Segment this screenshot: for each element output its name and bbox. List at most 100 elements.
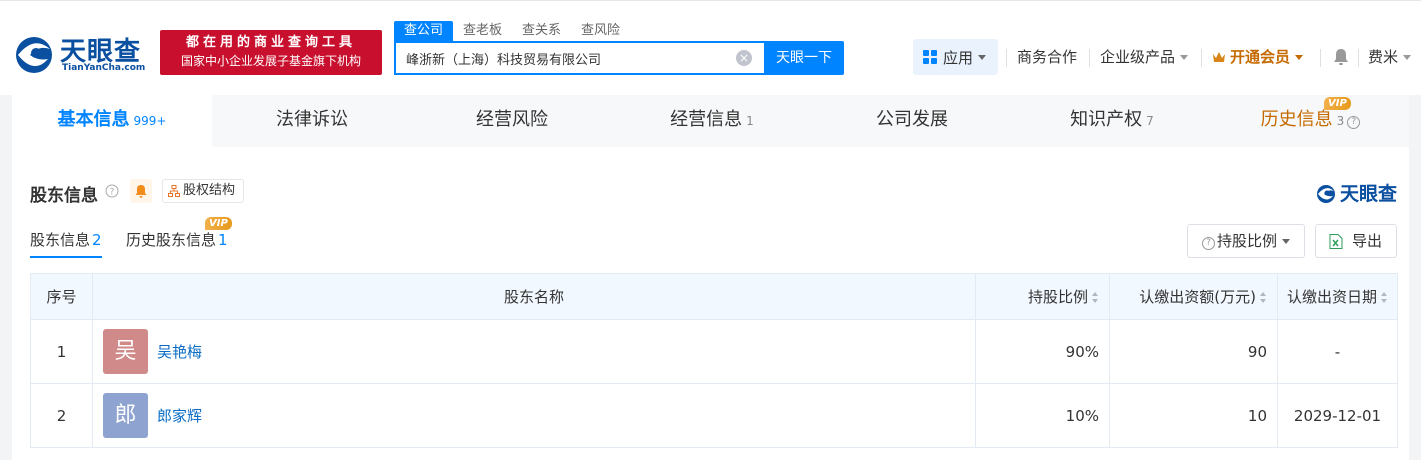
chevron-down-icon bbox=[1295, 55, 1304, 60]
subtab-count: 1 bbox=[218, 231, 228, 249]
shareholder-cell: 郎郎家辉 bbox=[92, 383, 976, 448]
subtab-count: 2 bbox=[92, 231, 102, 249]
export-button[interactable]: 导出 bbox=[1315, 224, 1397, 258]
tab-history[interactable]: 历史信息 3? VIP bbox=[1212, 95, 1409, 147]
nav-divider bbox=[1006, 49, 1007, 67]
nav-enterprise-label: 企业级产品 bbox=[1100, 48, 1176, 66]
clear-icon[interactable]: × bbox=[736, 50, 752, 66]
table-header-row: 序号 股东名称 持股比例 认缴出资额(万元) 认缴出资日期 bbox=[30, 273, 1398, 320]
subtab-label: 历史股东信息 bbox=[126, 231, 217, 249]
monitor-bell-button[interactable] bbox=[130, 179, 152, 203]
company-tabs: 基本信息 999+ 法律诉讼 经营风险 经营信息 1 公司发展 知识产权 7 历史信息… bbox=[12, 95, 1409, 147]
search-tab-risk[interactable]: 查风险 bbox=[571, 21, 630, 41]
avatar: 吴 bbox=[103, 329, 148, 374]
date-cell: 2029-12-01 bbox=[1277, 383, 1398, 448]
search-tab-company[interactable]: 查公司 bbox=[394, 21, 454, 41]
avatar: 郎 bbox=[103, 393, 148, 438]
svg-text:?: ? bbox=[110, 188, 115, 198]
nav-divider bbox=[1320, 49, 1321, 67]
col-header-ratio[interactable]: 持股比例 bbox=[975, 273, 1110, 320]
logo-eye-icon bbox=[16, 37, 52, 73]
logo-eye-icon bbox=[1316, 185, 1335, 203]
slogan-line1: 都在用的商业查询工具 bbox=[185, 35, 356, 50]
col-header-date[interactable]: 认缴出资日期 bbox=[1277, 273, 1398, 320]
logo-subtext: TianYanCha.com bbox=[62, 63, 146, 73]
shareholder-name-link[interactable]: 郎家辉 bbox=[157, 407, 202, 425]
ratio-filter-label: 持股比例 bbox=[1217, 232, 1278, 250]
tab-development[interactable]: 公司发展 bbox=[812, 95, 1012, 147]
help-icon[interactable]: ? bbox=[1347, 116, 1361, 129]
tab-count: 7 bbox=[1146, 114, 1154, 128]
equity-structure-button[interactable]: 股权结构 bbox=[162, 179, 244, 203]
export-label: 导出 bbox=[1352, 232, 1383, 250]
search-tab-relation[interactable]: 查关系 bbox=[512, 21, 571, 41]
nav-vip[interactable]: 开通会员 bbox=[1212, 47, 1304, 67]
search-tab-boss[interactable]: 查老板 bbox=[453, 21, 512, 41]
top-header: 天眼查 TianYanCha.com 都在用的商业查询工具 国家中小企业发展子基… bbox=[0, 0, 1421, 95]
nav-divider bbox=[1201, 49, 1202, 67]
tianyancha-logo[interactable]: 天眼查 TianYanCha.com bbox=[12, 31, 152, 79]
ratio-cell: 90% bbox=[975, 319, 1110, 384]
brand-watermark: 天眼查 bbox=[1315, 179, 1397, 206]
search-type-tabs: 查公司 查老板 查关系 查风险 bbox=[394, 21, 630, 41]
nav-user[interactable]: 费米 bbox=[1368, 47, 1412, 67]
tab-count: 1 bbox=[746, 114, 754, 128]
row-index: 2 bbox=[30, 383, 93, 448]
apps-label: 应用 bbox=[943, 48, 974, 67]
tab-legal[interactable]: 法律诉讼 bbox=[212, 95, 412, 147]
shareholder-cell: 吴吴艳梅 bbox=[92, 319, 976, 384]
apps-grid-icon bbox=[923, 50, 937, 64]
crown-icon bbox=[1213, 52, 1225, 62]
bell-icon[interactable] bbox=[1333, 48, 1349, 66]
tab-label: 历史信息 bbox=[1260, 109, 1333, 130]
apps-menu-button[interactable]: 应用 bbox=[913, 39, 998, 75]
sort-icon bbox=[1260, 292, 1267, 303]
subtab-history-shareholders[interactable]: 历史股东信息 1 bbox=[126, 229, 228, 251]
org-chart-icon bbox=[168, 185, 180, 197]
col-header-ratio-label: 持股比例 bbox=[1027, 288, 1088, 306]
ratio-filter-button[interactable]: ? 持股比例 bbox=[1187, 224, 1305, 258]
tab-risk[interactable]: 经营风险 bbox=[412, 95, 612, 147]
tab-label: 经营信息 bbox=[670, 109, 743, 130]
tab-basic-info[interactable]: 基本信息 999+ bbox=[12, 95, 212, 147]
subtab-label: 股东信息 bbox=[30, 231, 91, 249]
brand-text: 天眼查 bbox=[1339, 183, 1397, 205]
tab-ip[interactable]: 知识产权 7 bbox=[1012, 95, 1212, 147]
col-header-amount[interactable]: 认缴出资额(万元) bbox=[1109, 273, 1278, 320]
nav-divider bbox=[1358, 49, 1359, 67]
nav-enterprise-products[interactable]: 企业级产品 bbox=[1100, 47, 1189, 67]
equity-structure-label: 股权结构 bbox=[183, 183, 236, 198]
nav-business[interactable]: 商务合作 bbox=[1017, 47, 1077, 67]
row-index: 1 bbox=[30, 319, 93, 384]
help-icon[interactable]: ? bbox=[105, 184, 119, 198]
shareholder-table: 序号 股东名称 持股比例 认缴出资额(万元) 认缴出资日期 1 吴吴艳梅 90%… bbox=[30, 273, 1398, 448]
amount-cell: 90 bbox=[1109, 319, 1278, 384]
help-icon: ? bbox=[1202, 237, 1215, 250]
tab-label: 经营风险 bbox=[476, 109, 548, 130]
sort-icon bbox=[1381, 292, 1388, 303]
sort-icon bbox=[1092, 292, 1099, 303]
chevron-down-icon bbox=[1403, 55, 1412, 60]
subtab-shareholders[interactable]: 股东信息 2 bbox=[30, 229, 102, 258]
tab-count: 3 bbox=[1336, 114, 1345, 128]
table-row: 2 郎郎家辉 10% 10 2029-12-01 bbox=[30, 383, 1398, 448]
bell-icon bbox=[135, 185, 147, 198]
amount-cell: 10 bbox=[1109, 383, 1278, 448]
slogan-banner: 都在用的商业查询工具 国家中小企业发展子基金旗下机构 bbox=[160, 30, 382, 75]
tab-label: 法律诉讼 bbox=[276, 109, 348, 130]
tab-label: 公司发展 bbox=[876, 109, 948, 130]
tab-count: 999+ bbox=[133, 114, 167, 128]
excel-icon bbox=[1329, 234, 1343, 249]
search-box: × bbox=[394, 41, 764, 75]
shareholder-name-link[interactable]: 吴艳梅 bbox=[157, 343, 202, 361]
vip-badge: VIP bbox=[1324, 97, 1351, 110]
col-header-name: 股东名称 bbox=[92, 273, 976, 320]
chevron-down-icon bbox=[1282, 239, 1291, 244]
tab-operation[interactable]: 经营信息 1 bbox=[612, 95, 812, 147]
date-cell: - bbox=[1277, 319, 1398, 384]
search-input[interactable] bbox=[396, 43, 716, 73]
search-button[interactable]: 天眼一下 bbox=[764, 41, 844, 75]
tab-label: 基本信息 bbox=[57, 109, 130, 130]
user-name: 费米 bbox=[1368, 48, 1399, 66]
col-header-index: 序号 bbox=[30, 273, 93, 320]
